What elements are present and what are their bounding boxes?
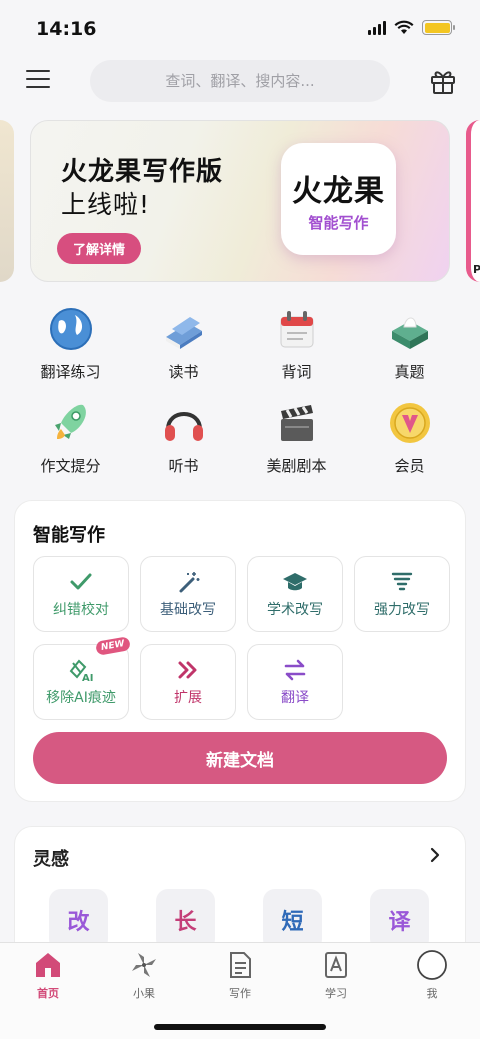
signal-icon [368, 20, 386, 35]
clapperboard-icon [280, 405, 313, 441]
globe-icon [49, 308, 92, 350]
search-input[interactable] [110, 72, 370, 90]
tab-label: 小果 [133, 987, 155, 1000]
banner-peek-right-char: P [473, 263, 480, 276]
document-icon [230, 952, 251, 978]
strong-rewrite-button[interactable]: 强力改写 [354, 556, 450, 632]
feature-reading[interactable]: 读书 [127, 305, 240, 385]
translate-button[interactable]: 翻译 [247, 644, 343, 720]
writing-tool-label: 翻译 [281, 690, 309, 706]
tab-home[interactable]: 首页 [0, 949, 96, 1001]
tab-label: 写作 [229, 987, 251, 1000]
tissue-box-icon [391, 317, 428, 349]
swap-arrows-icon [284, 659, 306, 681]
basic-rewrite-button[interactable]: 基础改写 [140, 556, 236, 632]
vip-badge-icon [389, 403, 430, 443]
calendar-icon [280, 311, 313, 348]
tab-xiaoguo[interactable]: 小果 [96, 949, 192, 1001]
top-bar [0, 58, 480, 106]
chevron-right-icon[interactable] [425, 845, 445, 865]
logo-main-text: 火龙果 [292, 173, 385, 209]
tab-writing[interactable]: 写作 [192, 949, 288, 1001]
writing-tool-label: 基础改写 [160, 602, 216, 618]
feature-translation-practice[interactable]: 翻译练习 [14, 305, 127, 385]
gift-icon[interactable] [428, 66, 458, 96]
feature-vocabulary[interactable]: 背词 [240, 305, 353, 385]
feature-exam-papers[interactable]: 真题 [353, 305, 466, 385]
tornado-icon [391, 572, 413, 591]
tab-me[interactable]: 我 [384, 949, 480, 1001]
smart-writing-card: 智能写作 纠错校对 基础改写 学术改写 强力改写 NEW AI 移除AI痕迹 扩… [14, 500, 466, 802]
app-logo: 火龙果 智能写作 [281, 143, 396, 255]
battery-icon [422, 20, 455, 35]
rocket-icon [54, 404, 86, 439]
proofread-button[interactable]: 纠错校对 [33, 556, 129, 632]
headphones-icon [164, 412, 203, 441]
tab-label: 首页 [37, 987, 59, 1000]
tab-label: 我 [426, 987, 438, 1000]
feature-label: 背词 [281, 363, 312, 381]
banner-details-button[interactable]: 了解详情 [57, 233, 142, 264]
status-time: 14:16 [36, 18, 97, 40]
check-icon [70, 573, 92, 590]
svg-text:AI: AI [82, 673, 93, 683]
feature-label: 翻译练习 [40, 363, 101, 381]
remove-ai-traces-button[interactable]: NEW AI 移除AI痕迹 [33, 636, 131, 720]
study-book-icon [325, 952, 347, 978]
status-bar: 14:16 [0, 0, 480, 56]
writing-tool-label: 扩展 [174, 690, 202, 706]
smart-writing-title: 智能写作 [33, 525, 105, 546]
wifi-icon [394, 20, 414, 34]
search-bar[interactable] [90, 60, 390, 102]
profile-circle-icon [417, 950, 447, 980]
promo-banner[interactable]: 火龙果写作版 上线啦! 了解详情 火龙果 智能写作 [30, 120, 450, 282]
writing-tool-label: 强力改写 [374, 602, 430, 618]
tab-label: 学习 [325, 987, 347, 1000]
tab-study[interactable]: 学习 [288, 949, 384, 1001]
feature-essay-boost[interactable]: 作文提分 [14, 399, 127, 479]
pinwheel-icon [132, 953, 156, 977]
feature-label: 读书 [168, 363, 199, 381]
new-badge: NEW [95, 636, 131, 656]
feature-label: 听书 [168, 457, 199, 475]
expand-button[interactable]: 扩展 [140, 644, 236, 720]
logo-sub-text: 智能写作 [308, 213, 369, 232]
writing-tool-label: 学术改写 [267, 602, 323, 618]
home-icon [36, 953, 60, 977]
create-document-button[interactable]: 新建文档 [33, 732, 447, 784]
graduation-cap-icon [283, 573, 307, 591]
menu-icon[interactable] [26, 70, 50, 92]
book-icon [165, 317, 202, 349]
banner-title: 火龙果写作版 [61, 157, 224, 187]
writing-tool-label: 移除AI痕迹 [46, 690, 116, 706]
feature-label: 真题 [394, 363, 425, 381]
inspiration-title: 灵感 [33, 849, 69, 870]
status-icons [368, 20, 455, 35]
home-indicator [154, 1024, 326, 1030]
magic-wand-icon [179, 572, 200, 593]
writing-tools: 纠错校对 基础改写 学术改写 强力改写 NEW AI 移除AI痕迹 扩展 翻译 [33, 556, 453, 720]
academic-rewrite-button[interactable]: 学术改写 [247, 556, 343, 632]
feature-label: 作文提分 [40, 457, 101, 475]
feature-audiobooks[interactable]: 听书 [127, 399, 240, 479]
feature-grid: 翻译练习 读书 背词 真题 作文提分 听书 美剧剧本 会员 [14, 305, 466, 479]
banner-peek-left[interactable] [0, 120, 14, 282]
ai-eraser-icon: AI [69, 659, 93, 683]
feature-label: 美剧剧本 [266, 457, 327, 475]
tab-bar: 首页 小果 写作 学习 我 [0, 942, 480, 1039]
feature-tv-scripts[interactable]: 美剧剧本 [240, 399, 353, 479]
feature-membership[interactable]: 会员 [353, 399, 466, 479]
feature-label: 会员 [394, 457, 425, 475]
banner-subtitle: 上线啦! [61, 190, 151, 219]
banner-peek-right[interactable]: P [466, 120, 480, 282]
double-chevron-icon [178, 661, 197, 679]
writing-tool-label: 纠错校对 [53, 602, 109, 618]
